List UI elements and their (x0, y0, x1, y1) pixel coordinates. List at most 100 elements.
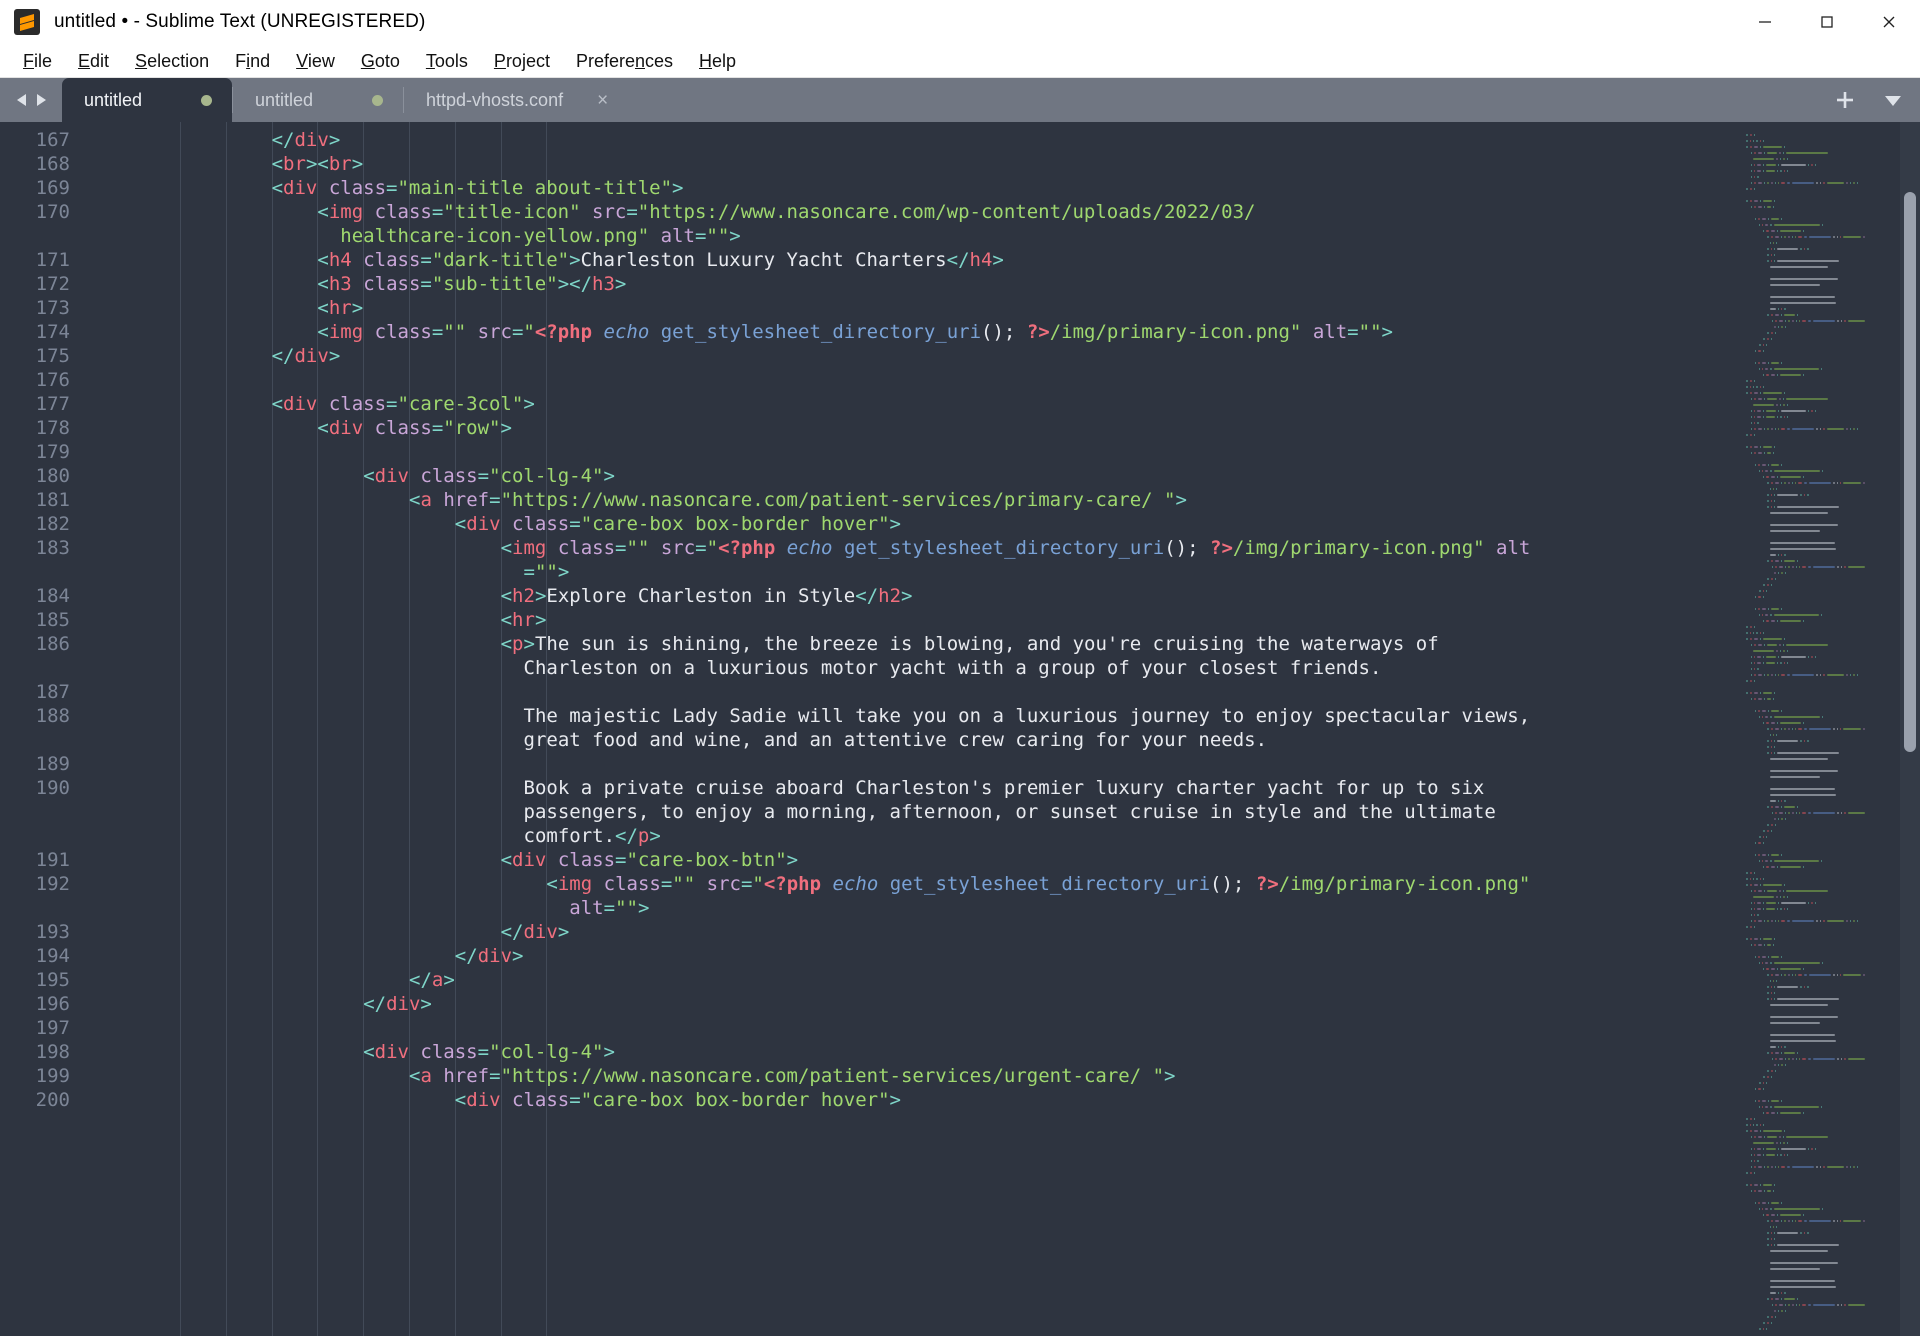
new-tab-button[interactable] (1832, 87, 1858, 113)
code-line[interactable]: <div class="care-box box-border hover"> (88, 512, 1730, 536)
minimap-token (1762, 217, 1767, 221)
minimap-token (1787, 973, 1790, 977)
minimap-token (1750, 409, 1752, 413)
code-line[interactable]: <br><br> (88, 152, 1730, 176)
minimap-token (1762, 691, 1772, 695)
menu-mnemonic: V (296, 50, 308, 71)
code-line[interactable] (88, 680, 1730, 704)
minimap-token (1781, 1201, 1783, 1205)
code-line[interactable]: <img class="" src="<?php echo get_styles… (88, 320, 1730, 344)
minimap-token (1754, 1201, 1756, 1205)
menu-item-help[interactable]: Help (686, 46, 749, 76)
code-line[interactable]: </div> (88, 992, 1730, 1016)
code-line[interactable]: <img class="" src="<?php echo get_styles… (88, 872, 1730, 896)
menu-item-goto[interactable]: Goto (348, 46, 413, 76)
tab-scroll-arrows[interactable] (0, 78, 62, 122)
minimap-token (1758, 673, 1762, 677)
close-button[interactable] (1858, 0, 1920, 44)
code-view[interactable]: </div> <br><br> <div class="main-title abo… (88, 122, 1730, 1336)
token-str: "care-3col" (397, 393, 524, 415)
minimap-token (1759, 715, 1761, 719)
minimap-token (1800, 1231, 1802, 1235)
code-line[interactable]: The majestic Lady Sadie will take you on… (88, 704, 1730, 728)
minimap-token (1754, 187, 1756, 191)
code-line[interactable]: healthcare-icon-yellow.png" alt=""> (88, 224, 1730, 248)
code-line[interactable]: =""> (88, 560, 1730, 584)
editor-area[interactable]: 167 168 169 170 171 172 173 174 175 176 177 178 179 1… (0, 122, 1920, 1336)
token-pun: > (534, 609, 547, 631)
tab-unsaved-indicator-icon[interactable] (201, 94, 212, 106)
code-line[interactable]: </a> (88, 968, 1730, 992)
menu-item-preferences[interactable]: Preferences (563, 46, 686, 76)
code-line[interactable]: <div class="row"> (88, 416, 1730, 440)
code-line[interactable]: <h4 class="dark-title">Charleston Luxury… (88, 248, 1730, 272)
code-line[interactable] (88, 752, 1730, 776)
minimap-token (1766, 409, 1776, 413)
minimap-token (1769, 307, 1776, 311)
tab-close-icon[interactable]: × (597, 91, 608, 110)
code-line[interactable]: <div class="care-box box-border hover"> (88, 1088, 1730, 1112)
code-line[interactable]: <h3 class="sub-title"></h3> (88, 272, 1730, 296)
minimap-token (1820, 613, 1823, 617)
code-line[interactable]: Book a private cruise aboard Charleston'… (88, 776, 1730, 800)
scrollbar-thumb[interactable] (1904, 192, 1916, 752)
code-line[interactable]: <a href="https://www.nasoncare.com/patie… (88, 488, 1730, 512)
code-line[interactable]: alt=""> (88, 896, 1730, 920)
code-line[interactable]: <img class="" src="<?php echo get_styles… (88, 536, 1730, 560)
code-line[interactable]: </div> (88, 944, 1730, 968)
minimap-token (1753, 151, 1757, 155)
menu-item-view[interactable]: View (283, 46, 348, 76)
code-line[interactable] (88, 1016, 1730, 1040)
token-tag: br (328, 153, 352, 175)
code-line[interactable]: </div> (88, 920, 1730, 944)
code-line[interactable]: <div class="col-lg-4"> (88, 1040, 1730, 1064)
code-line[interactable]: </div> (88, 128, 1730, 152)
minimap-token (1759, 589, 1761, 593)
menu-item-find[interactable]: Find (222, 46, 283, 76)
minimap-token (1778, 1309, 1780, 1313)
minimap-token (1763, 1321, 1765, 1325)
menu-item-tools[interactable]: Tools (413, 46, 481, 76)
tab-untitled[interactable]: untitled (62, 78, 232, 122)
token-atr: class (328, 393, 387, 415)
minimap-token (1770, 427, 1774, 431)
minimize-button[interactable] (1734, 0, 1796, 44)
code-line[interactable]: <div class="care-box-btn"> (88, 848, 1730, 872)
tab-httpd-vhosts-conf[interactable]: httpd-vhosts.conf × (404, 78, 628, 122)
code-line[interactable]: <hr> (88, 608, 1730, 632)
line-number-wrap (0, 224, 88, 248)
minimap-token (1774, 493, 1776, 497)
tab-unsaved-indicator-icon[interactable] (372, 94, 383, 106)
tab-dropdown-button[interactable] (1880, 87, 1906, 113)
code-line[interactable]: <div class="care-3col"> (88, 392, 1730, 416)
menu-item-selection[interactable]: Selection (122, 46, 222, 76)
code-line[interactable]: <img class="title-icon" src="https://www… (88, 200, 1730, 224)
code-line[interactable] (88, 368, 1730, 392)
minimap-token (1771, 607, 1780, 611)
menu-item-edit[interactable]: Edit (65, 46, 122, 76)
code-minimap[interactable] (1730, 122, 1920, 1336)
code-line[interactable]: <h2>Explore Charleston in Style</h2> (88, 584, 1730, 608)
vertical-scrollbar[interactable] (1900, 122, 1920, 1336)
code-line[interactable]: comfort.</p> (88, 824, 1730, 848)
minimap-token (1847, 811, 1865, 815)
maximize-button[interactable] (1796, 0, 1858, 44)
code-line[interactable]: <a href="https://www.nasoncare.com/patie… (88, 1064, 1730, 1088)
token-fn: get_stylesheet_directory_uri (660, 321, 982, 343)
code-line[interactable]: <div class="main-title about-title"> (88, 176, 1730, 200)
tab-untitled[interactable]: untitled (233, 78, 403, 122)
token-tag: br (283, 153, 306, 175)
menu-item-file[interactable]: File (10, 46, 65, 76)
line-number-192: 192 (35, 873, 70, 895)
code-line[interactable] (88, 440, 1730, 464)
code-line[interactable]: <hr> (88, 296, 1730, 320)
code-line[interactable]: <div class="col-lg-4"> (88, 464, 1730, 488)
menu-item-project[interactable]: Project (481, 46, 563, 76)
code-line[interactable]: passengers, to enjoy a morning, afternoo… (88, 800, 1730, 824)
code-line[interactable]: great food and wine, and an attentive cr… (88, 728, 1730, 752)
code-line[interactable]: Charleston on a luxurious motor yacht wi… (88, 656, 1730, 680)
code-line[interactable]: </div> (88, 344, 1730, 368)
code-line[interactable]: <p>The sun is shining, the breeze is blo… (88, 632, 1730, 656)
minimap-token (1808, 811, 1812, 815)
minimap-token (1803, 985, 1806, 989)
